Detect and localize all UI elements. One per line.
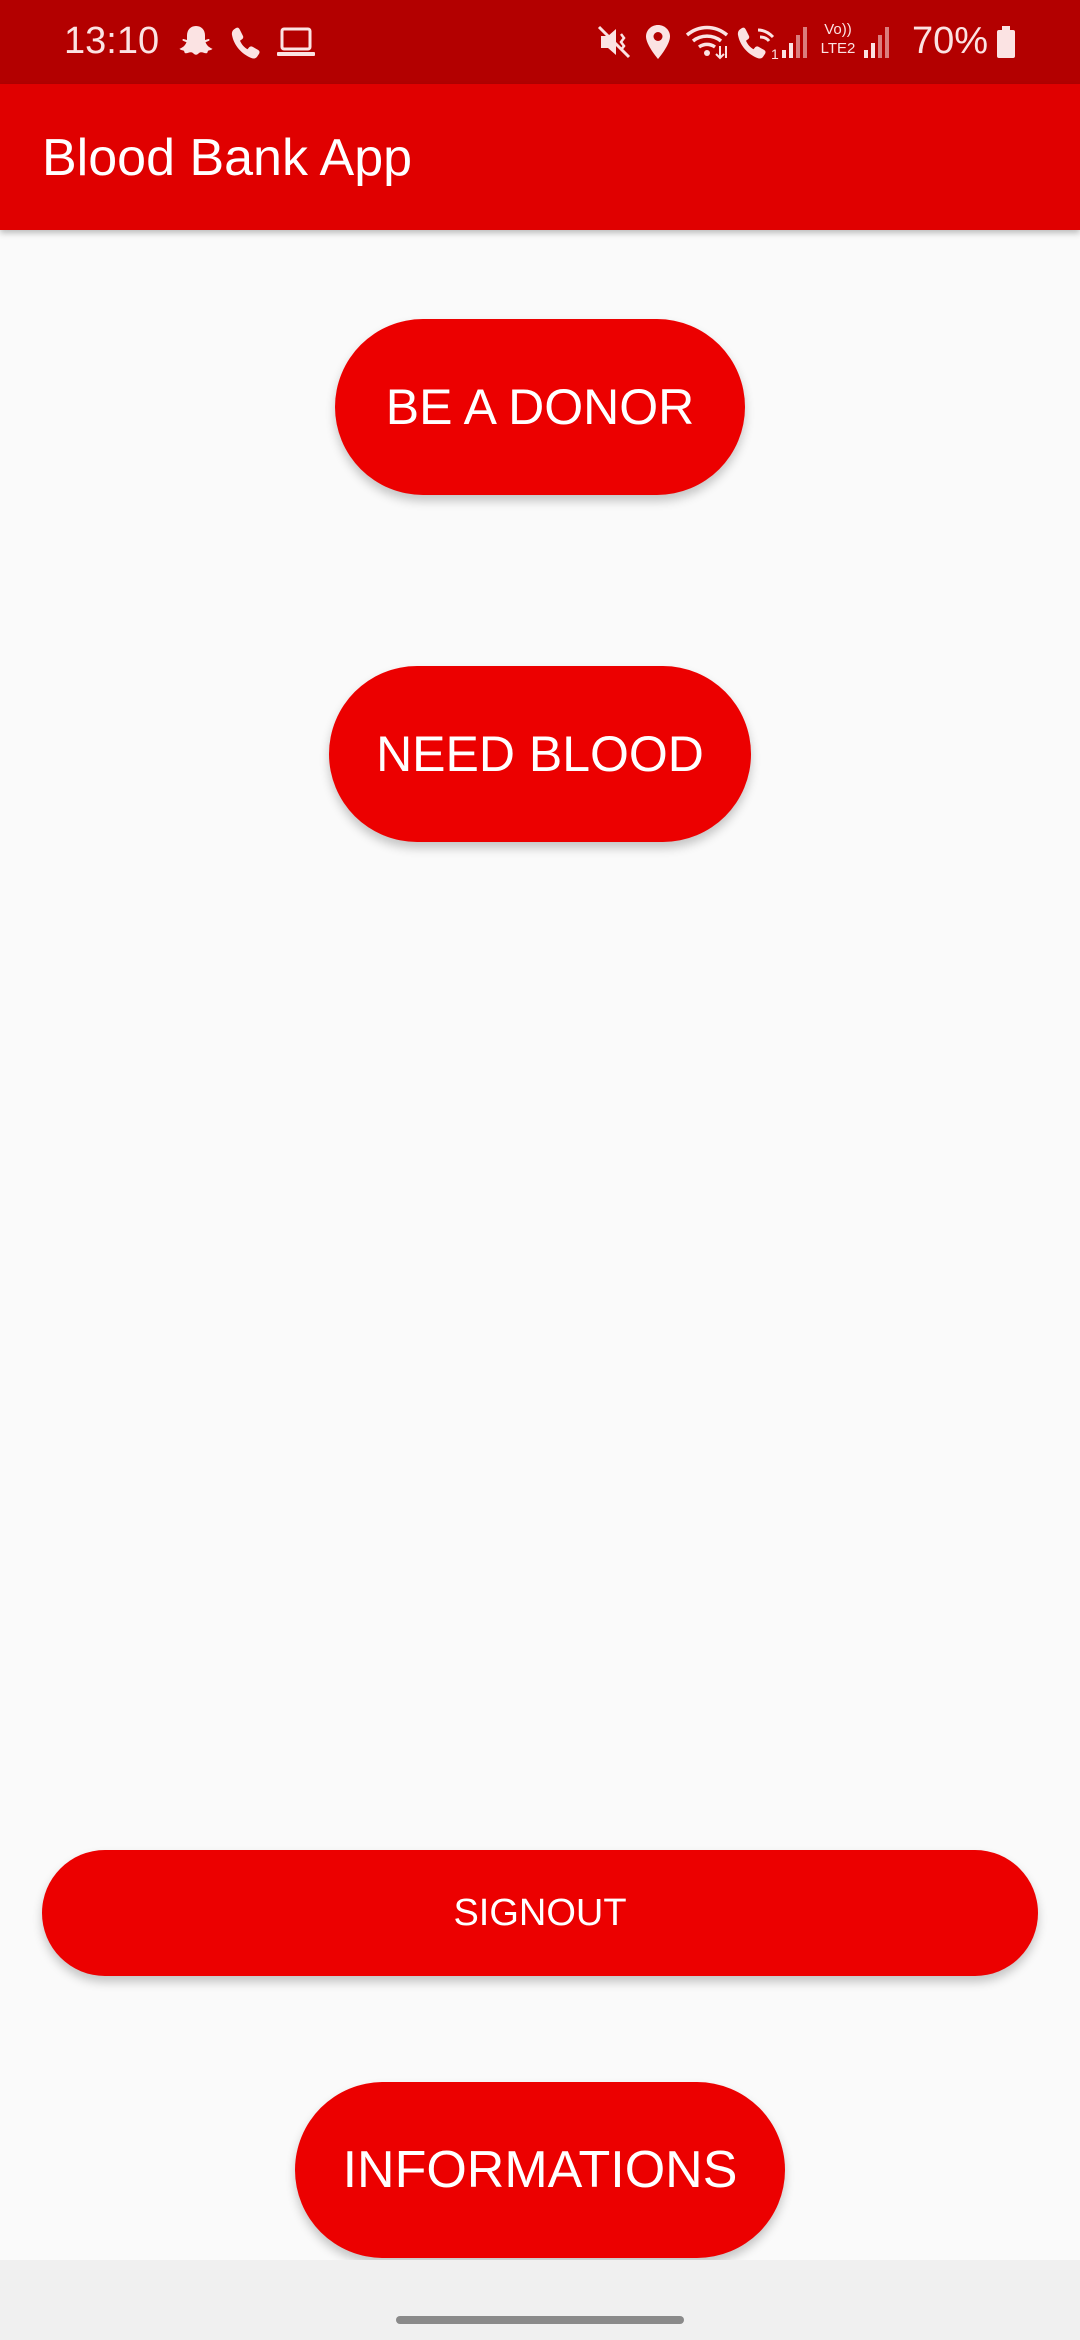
status-time: 13:10 — [64, 20, 160, 62]
navigation-bar — [0, 2260, 1080, 2340]
wifi-icon — [685, 25, 729, 60]
phone-icon — [231, 27, 260, 59]
status-bar: 13:10 1 Vo)) LTE2 70% — [0, 0, 1080, 84]
app-bar: Blood Bank App — [0, 84, 1080, 230]
wifi-calling-icon: 1 — [737, 27, 779, 62]
location-icon — [646, 25, 670, 59]
battery-icon — [997, 26, 1015, 58]
mute-vibrate-icon — [597, 25, 631, 59]
volte-label: Vo)) — [824, 21, 852, 38]
lte2-label: LTE2 — [820, 40, 856, 57]
signout-button[interactable]: SIGNOUT — [42, 1850, 1038, 1976]
app-title: Blood Bank App — [42, 129, 413, 187]
need-blood-button[interactable]: NEED BLOOD — [329, 666, 751, 842]
laptop-icon — [277, 27, 315, 56]
svg-text:1: 1 — [771, 46, 779, 62]
be-a-donor-button[interactable]: BE A DONOR — [335, 319, 745, 495]
informations-button[interactable]: INFORMATIONS — [295, 2082, 785, 2258]
volte-lte2-icon: Vo)) LTE2 — [816, 20, 860, 64]
gesture-handle[interactable] — [396, 2316, 684, 2324]
battery-percent: 70% — [912, 20, 989, 62]
snapchat-icon — [179, 26, 213, 55]
signal-1-icon — [782, 27, 807, 58]
signal-2-icon — [864, 27, 889, 58]
